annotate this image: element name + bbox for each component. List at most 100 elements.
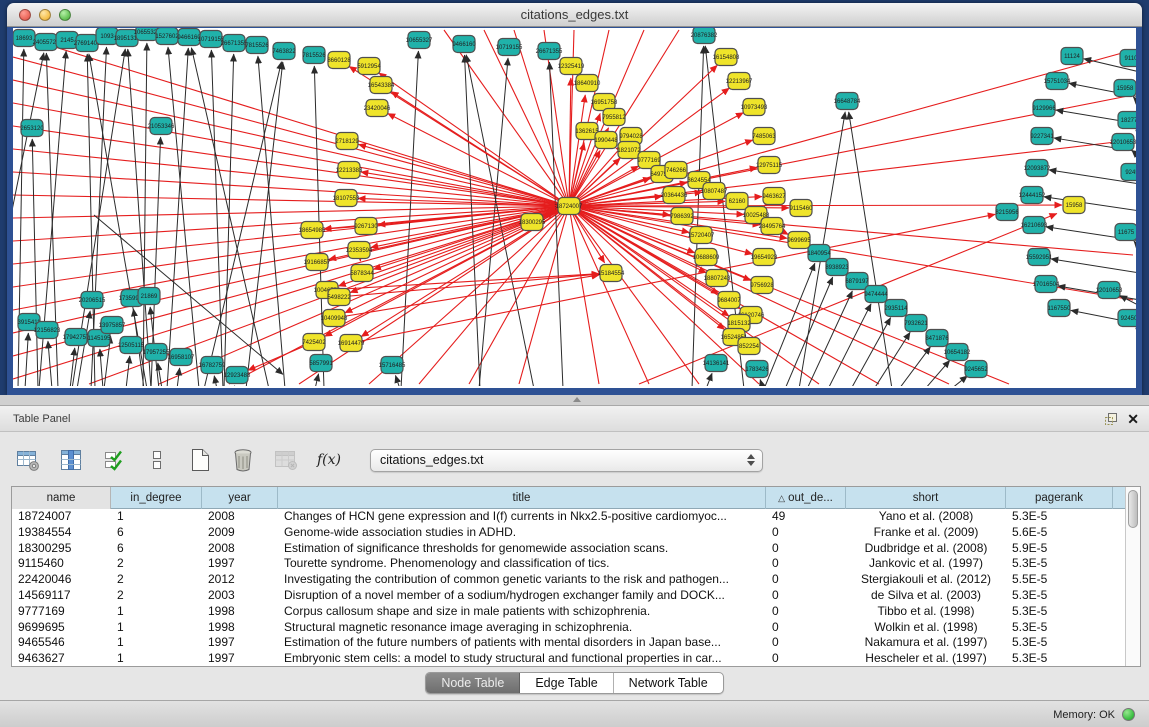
graph-node[interactable]: 13975857: [99, 317, 126, 334]
graph-node[interactable]: 15958: [1063, 197, 1085, 214]
graph-node[interactable]: 2653120: [20, 120, 44, 137]
vertical-scrollbar[interactable]: [1125, 487, 1140, 666]
graph-node[interactable]: 19654923: [751, 249, 778, 266]
graph-node[interactable]: 26671355: [536, 43, 563, 60]
split-pane-divider[interactable]: [0, 395, 1149, 405]
graph-node[interactable]: 12156823: [34, 322, 61, 339]
graph-node[interactable]: 746266: [665, 162, 687, 179]
new-table-button[interactable]: [186, 446, 214, 474]
close-panel-icon[interactable]: ✕: [1127, 411, 1139, 427]
table-row[interactable]: 911546021997Tourette syndrome. Phenomeno…: [12, 556, 1125, 572]
table-row[interactable]: 946554611997Estimation of the future num…: [12, 635, 1125, 651]
graph-node[interactable]: 18807243: [704, 270, 731, 287]
graph-node[interactable]: 2935114: [885, 300, 909, 317]
graph-node[interactable]: 7955812: [602, 109, 626, 126]
row-height-button[interactable]: [143, 446, 171, 474]
float-panel-icon[interactable]: [1104, 412, 1118, 426]
graph-node[interactable]: 12975115: [756, 157, 783, 174]
graph-node[interactable]: 18277: [1118, 112, 1136, 129]
graph-node[interactable]: 5498222: [327, 289, 351, 306]
delete-attribute-button[interactable]: [229, 446, 257, 474]
graph-node[interactable]: 18654985: [299, 222, 326, 239]
column-header-pagerank[interactable]: pagerank: [1006, 487, 1113, 509]
graph-node[interactable]: 28495764: [759, 218, 786, 235]
select-attributes-button[interactable]: [100, 446, 128, 474]
graph-node[interactable]: 92450: [1118, 310, 1136, 327]
graph-node[interactable]: 9684007: [717, 292, 741, 309]
graph-node[interactable]: 10409948: [321, 310, 348, 327]
graph-node[interactable]: 1783426: [745, 361, 769, 378]
graph-node[interactable]: 7425402: [302, 334, 326, 351]
tab-network-table[interactable]: Network Table: [614, 673, 723, 693]
function-builder-button[interactable]: f(x): [315, 446, 343, 474]
graph-node[interactable]: 5857991: [309, 355, 333, 372]
graph-node[interactable]: 15958: [1114, 80, 1136, 97]
graph-node[interactable]: 15184554: [598, 265, 625, 282]
graph-node[interactable]: 8215956: [995, 204, 1019, 221]
table-row[interactable]: 946362711997Embryonic stem cells: a mode…: [12, 651, 1125, 666]
graph-node[interactable]: 7815526: [302, 47, 326, 64]
table-row[interactable]: 1938455462009Genome-wide association stu…: [12, 525, 1125, 541]
graph-node[interactable]: 11124: [1061, 48, 1083, 65]
graph-node[interactable]: 15720407: [688, 227, 715, 244]
graph-node[interactable]: 7986392: [670, 208, 694, 225]
graph-node[interactable]: 12923488: [224, 367, 251, 384]
graph-node[interactable]: 7932621: [904, 315, 928, 332]
scrollbar-thumb[interactable]: [1128, 490, 1138, 528]
show-column-button[interactable]: [57, 446, 85, 474]
graph-node[interactable]: 23420046: [364, 100, 391, 117]
graph-node[interactable]: 9245652: [964, 361, 988, 378]
graph-node[interactable]: 2718129: [335, 133, 359, 150]
graph-node[interactable]: 10655327: [406, 32, 433, 49]
network-canvas[interactable]: 1869324055724214527691406109318951314106…: [13, 28, 1136, 388]
graph-node[interactable]: 17957255: [143, 344, 170, 361]
citation-network-graph[interactable]: 1869324055724214527691406109318951314106…: [13, 28, 1136, 386]
graph-node[interactable]: 12213967: [726, 73, 753, 90]
graph-node[interactable]: 17016504: [1033, 276, 1060, 293]
graph-node[interactable]: 12353594: [346, 242, 373, 259]
graph-node[interactable]: 9699695: [787, 232, 811, 249]
graph-node[interactable]: 12444152: [1019, 187, 1046, 204]
graph-node[interactable]: 12325419: [558, 58, 585, 75]
graph-node[interactable]: 7815526: [245, 37, 269, 54]
column-settings-button[interactable]: [14, 446, 42, 474]
table-row[interactable]: 1872400712008Changes of HCN gene express…: [12, 509, 1125, 525]
graph-node[interactable]: 20206515: [79, 292, 106, 309]
graph-node[interactable]: 9227341: [1030, 128, 1054, 145]
graph-node[interactable]: 20364436: [661, 187, 688, 204]
table-row[interactable]: 977716911998Corpus callosum shape and si…: [12, 604, 1125, 620]
window-titlebar[interactable]: citations_edges.txt: [7, 3, 1142, 27]
graph-node[interactable]: 16154808: [713, 49, 740, 66]
graph-node[interactable]: 18107553: [333, 190, 360, 207]
graph-node[interactable]: 9129966: [1032, 100, 1056, 117]
graph-node[interactable]: 11675: [1115, 224, 1136, 241]
graph-node[interactable]: 9267130: [354, 218, 378, 235]
hub-node[interactable]: 18724007: [556, 198, 583, 215]
graph-node[interactable]: 9466160: [452, 36, 476, 53]
column-header-short[interactable]: short: [846, 487, 1006, 509]
graph-node[interactable]: 12505115: [118, 337, 145, 354]
graph-node[interactable]: 15592951: [1026, 249, 1053, 266]
graph-node[interactable]: 1167550: [1048, 300, 1072, 317]
graph-node[interactable]: 16648784: [834, 93, 861, 110]
graph-node[interactable]: 5878344: [350, 265, 374, 282]
graph-node[interactable]: 12010653: [1096, 282, 1123, 299]
graph-node[interactable]: 18640910: [574, 75, 601, 92]
tab-node-table[interactable]: Node Table: [426, 673, 520, 693]
graph-node[interactable]: 9110: [1120, 50, 1136, 67]
column-header-title[interactable]: title: [278, 487, 766, 509]
graph-node[interactable]: 5912954: [357, 58, 381, 75]
column-header-name[interactable]: name: [12, 487, 111, 509]
network-table-select[interactable]: citations_edges.txt: [370, 449, 763, 472]
table-row[interactable]: 1456911722003Disruption of a novel membe…: [12, 588, 1125, 604]
graph-node[interactable]: 15751034: [1044, 73, 1071, 90]
column-header-in_degree[interactable]: in_degree: [111, 487, 202, 509]
table-row[interactable]: 1830029562008Estimation of significance …: [12, 541, 1125, 557]
graph-node[interactable]: 18300295: [519, 214, 546, 231]
graph-node[interactable]: 12093872: [1024, 160, 1051, 177]
graph-node[interactable]: 26671355: [221, 35, 248, 52]
graph-node[interactable]: 19166857: [304, 254, 331, 271]
graph-node[interactable]: 16914479: [338, 335, 365, 352]
graph-node[interactable]: 10973493: [741, 99, 768, 116]
graph-node[interactable]: 16543384: [368, 77, 395, 94]
